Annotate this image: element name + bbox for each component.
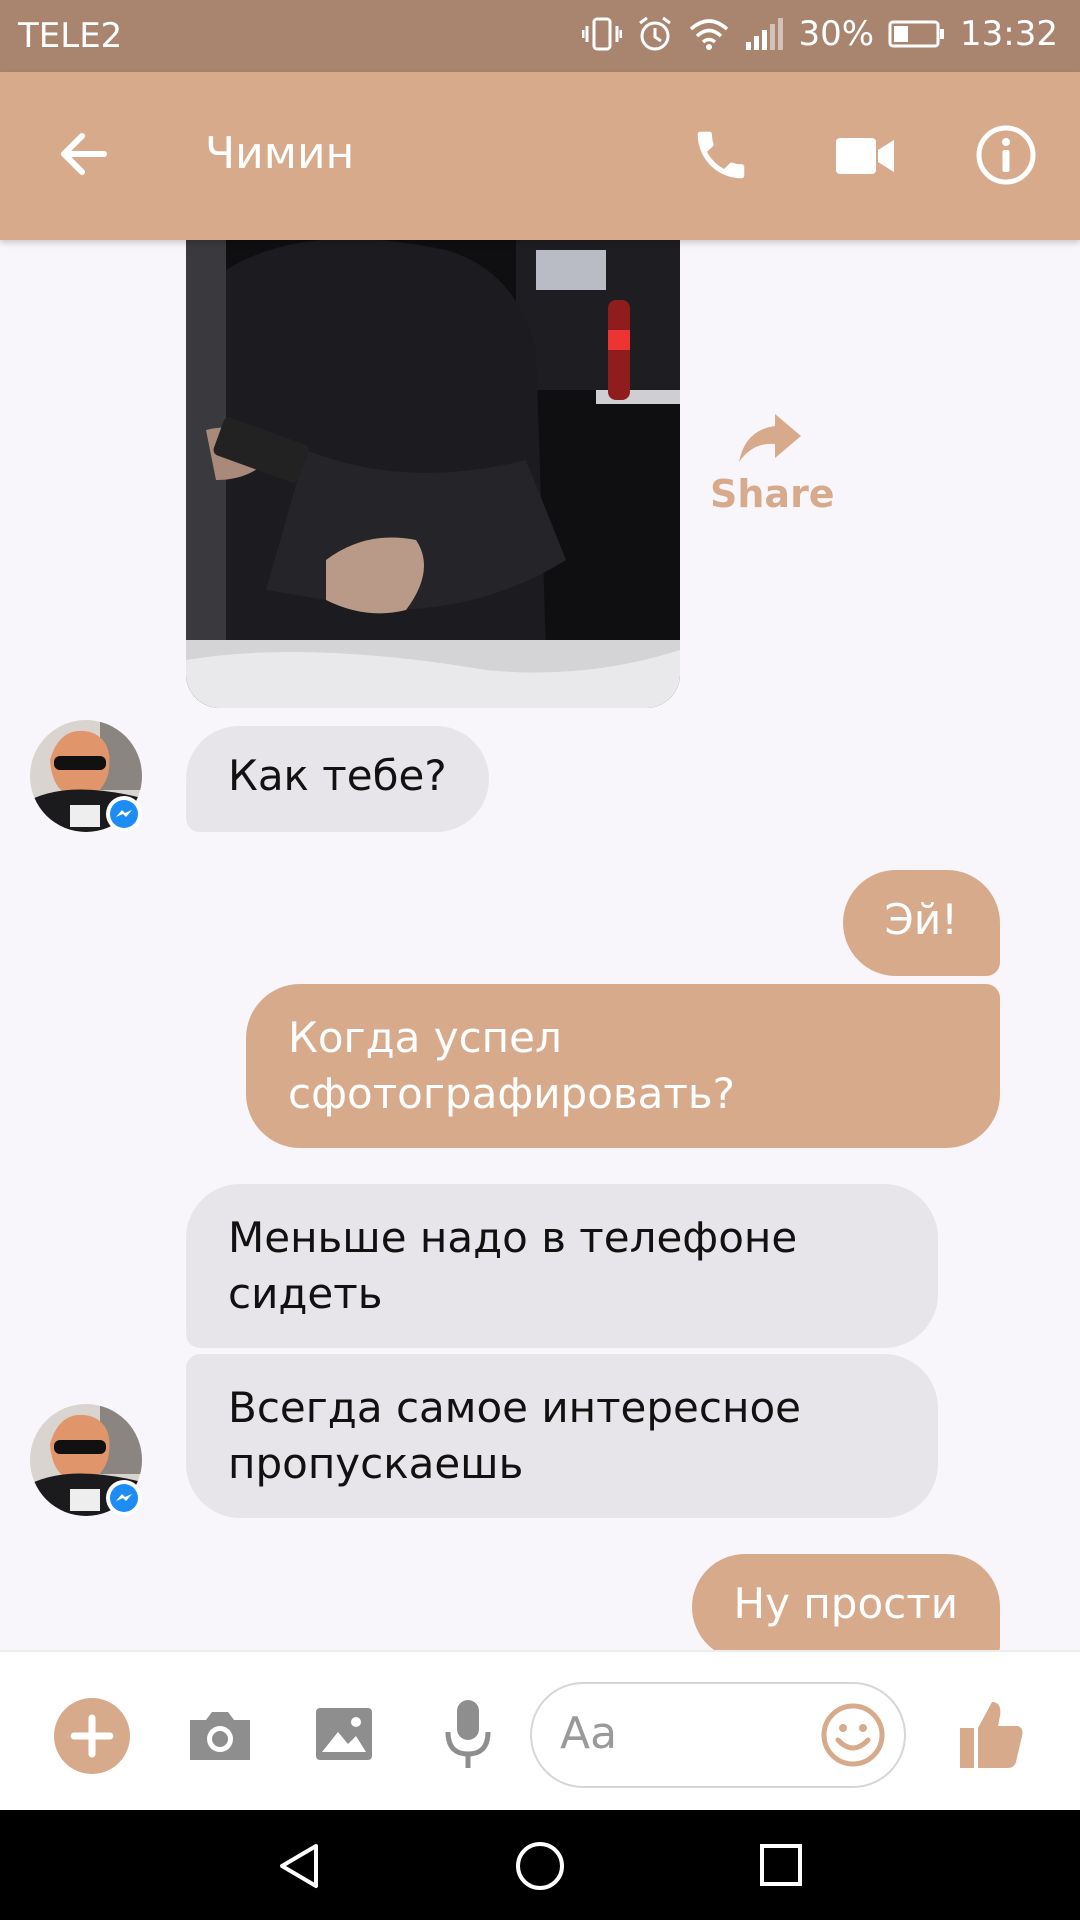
- alarm-icon: [636, 15, 674, 53]
- status-bar: TELE2 30% 13:32: [0, 0, 1080, 72]
- share-button[interactable]: Share: [710, 410, 835, 516]
- message-bubble-outgoing[interactable]: Когда успел сфотографировать?: [246, 984, 1000, 1148]
- message-bubble-incoming[interactable]: Как тебе?: [186, 726, 489, 832]
- message-bubble-incoming[interactable]: Всегда самое интересное пропускаешь: [186, 1354, 938, 1518]
- emoji-icon[interactable]: [820, 1702, 886, 1768]
- back-triangle-icon[interactable]: [276, 1842, 324, 1890]
- vibrate-icon: [582, 16, 623, 52]
- share-arrow-icon: [739, 414, 801, 462]
- messenger-badge-icon: [106, 1480, 142, 1516]
- wifi-icon: [688, 17, 730, 51]
- camera-icon[interactable]: [186, 1702, 254, 1770]
- message-bubble-incoming[interactable]: Меньше надо в телефоне сидеть: [186, 1184, 938, 1348]
- video-camera-icon[interactable]: [834, 128, 896, 184]
- thumbs-up-icon[interactable]: [958, 1696, 1026, 1772]
- plus-icon[interactable]: [54, 1698, 130, 1774]
- image-icon[interactable]: [312, 1702, 376, 1766]
- microphone-icon[interactable]: [440, 1696, 496, 1772]
- contact-avatar[interactable]: [30, 1404, 142, 1516]
- home-circle-icon[interactable]: [514, 1840, 566, 1892]
- message-bubble-outgoing[interactable]: Эй!: [842, 870, 1000, 976]
- conversation-header: Чимин: [0, 72, 1080, 240]
- share-label: Share: [710, 472, 835, 516]
- shared-photo[interactable]: [186, 240, 680, 708]
- status-icons: 30% 13:32: [582, 14, 1058, 54]
- recents-square-icon[interactable]: [758, 1842, 804, 1888]
- contact-avatar[interactable]: [30, 720, 142, 832]
- phone-icon[interactable]: [690, 124, 752, 186]
- message-list[interactable]: Share Как тебе? Эй! Когда успел сфотогра…: [0, 240, 1080, 1650]
- system-navigation-bar: [0, 1810, 1080, 1920]
- info-icon[interactable]: [975, 124, 1037, 186]
- carrier-label: TELE2: [18, 16, 123, 56]
- clock: 13:32: [960, 14, 1058, 54]
- signal-icon: [744, 18, 784, 50]
- message-input-placeholder: Aa: [560, 1708, 618, 1759]
- battery-icon: [888, 19, 946, 49]
- messenger-badge-icon: [106, 796, 142, 832]
- contact-name[interactable]: Чимин: [205, 128, 354, 179]
- message-bubble-outgoing[interactable]: Ну прости: [691, 1554, 1000, 1650]
- message-input[interactable]: Aa: [530, 1682, 906, 1788]
- battery-percent: 30%: [798, 14, 875, 54]
- back-arrow-icon[interactable]: [52, 122, 116, 186]
- message-composer: Aa: [0, 1650, 1080, 1812]
